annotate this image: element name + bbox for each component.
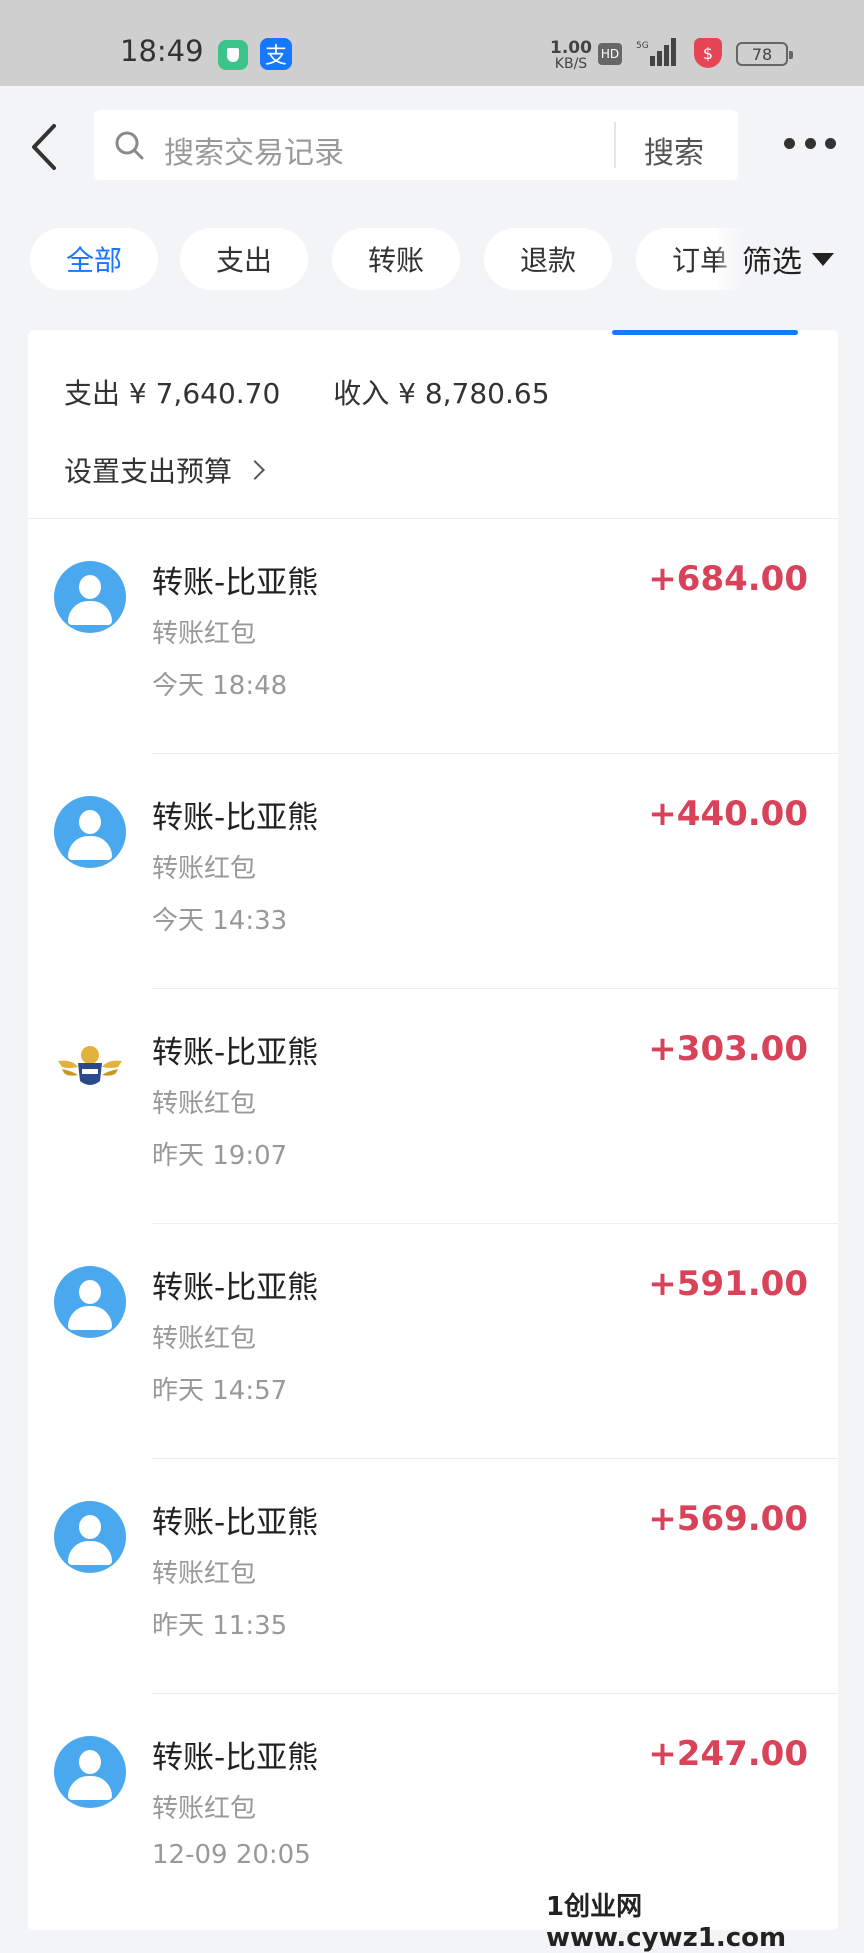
transaction-card: 支出 ¥ 7,640.70 收入 ¥ 8,780.65 设置支出预算 转账-比亚…: [28, 330, 838, 1930]
transaction-amount: +684.00: [648, 559, 808, 599]
set-budget-label: 设置支出预算: [64, 455, 233, 488]
month-picker-edge: [612, 330, 798, 335]
transaction-amount: +591.00: [648, 1264, 808, 1304]
transaction-row[interactable]: 转账-比亚熊 转账红包 昨天 14:57 +591.00: [28, 1224, 838, 1459]
shield-dollar-icon: $: [694, 38, 722, 68]
screen-filter-button[interactable]: 筛选: [718, 228, 864, 290]
network-speed: 1.00 KB/S: [550, 38, 592, 72]
transaction-title: 转账-比亚熊: [152, 1740, 319, 1776]
search-icon: [115, 131, 144, 160]
battery-icon: 78: [736, 42, 793, 66]
screen-filter-label: 筛选: [742, 245, 802, 280]
default-avatar-icon: [54, 561, 126, 633]
transaction-title: 转账-比亚熊: [152, 1035, 319, 1071]
status-bar: 18:49 支 1.00 KB/S HD 5G $ 78: [0, 0, 864, 86]
battery-level: 78: [751, 44, 773, 64]
transaction-subtitle: 转账红包: [152, 1089, 257, 1119]
network-speed-unit: KB/S: [554, 56, 588, 72]
search-divider: [614, 122, 616, 168]
status-time: 18:49: [120, 34, 204, 68]
transaction-title: 转账-比亚熊: [152, 565, 319, 601]
transaction-subtitle: 转账红包: [152, 1559, 257, 1589]
transaction-time: 今天 18:48: [152, 671, 288, 701]
back-arrow-icon[interactable]: [28, 122, 58, 172]
default-avatar-icon: [54, 796, 126, 868]
default-avatar-icon: [54, 1736, 126, 1808]
hd-icon: HD: [598, 43, 622, 65]
more-options-icon[interactable]: [784, 138, 836, 152]
transaction-amount: +440.00: [648, 794, 808, 834]
filter-chip-expense[interactable]: 支出: [180, 228, 308, 290]
transaction-amount: +303.00: [648, 1029, 808, 1069]
transaction-subtitle: 转账红包: [152, 619, 257, 649]
transaction-time: 昨天 11:35: [152, 1611, 288, 1641]
transaction-subtitle: 转账红包: [152, 1324, 257, 1354]
filter-bar: 全部 支出 转账 退款 订单 筛选: [0, 228, 864, 294]
transaction-amount: +569.00: [648, 1499, 808, 1539]
transaction-title: 转账-比亚熊: [152, 1270, 319, 1306]
transaction-amount: +247.00: [648, 1734, 808, 1774]
search-bar[interactable]: 搜索交易记录 搜索: [94, 110, 738, 180]
transaction-time: 今天 14:33: [152, 906, 288, 936]
caret-down-icon: [812, 252, 834, 266]
search-input[interactable]: 搜索交易记录: [164, 128, 344, 172]
transaction-title: 转账-比亚熊: [152, 800, 319, 836]
network-speed-value: 1.00: [550, 38, 592, 58]
income-total: 收入 ¥ 8,780.65: [333, 377, 550, 410]
default-avatar-icon: [54, 1501, 126, 1573]
filter-chip-transfer[interactable]: 转账: [332, 228, 460, 290]
transaction-time: 昨天 14:57: [152, 1376, 288, 1406]
monthly-summary: 支出 ¥ 7,640.70 收入 ¥ 8,780.65: [64, 372, 594, 412]
transaction-row[interactable]: 转账-比亚熊 转账红包 今天 18:48 +684.00: [28, 519, 838, 754]
chevron-right-icon: [245, 460, 265, 480]
winged-badge-logo-icon: [58, 1046, 122, 1085]
set-budget-link[interactable]: 设置支出预算: [64, 450, 265, 490]
security-app-icon: [218, 40, 248, 70]
transaction-time: 12-09 20:05: [152, 1840, 311, 1870]
search-button[interactable]: 搜索: [644, 128, 704, 172]
transaction-row[interactable]: 转账-比亚熊 转账红包 昨天 19:07 +303.00: [28, 989, 838, 1224]
transaction-row[interactable]: 转账-比亚熊 转账红包 昨天 11:35 +569.00: [28, 1459, 838, 1694]
transaction-subtitle: 转账红包: [152, 854, 257, 884]
default-avatar-icon: [54, 1266, 126, 1338]
transaction-time: 昨天 19:07: [152, 1141, 288, 1171]
signal-5g-icon: 5G: [636, 38, 676, 66]
alipay-notification-icon: 支: [260, 38, 292, 70]
transaction-row[interactable]: 转账-比亚熊 转账红包 今天 14:33 +440.00: [28, 754, 838, 989]
transaction-subtitle: 转账红包: [152, 1794, 257, 1824]
transaction-title: 转账-比亚熊: [152, 1505, 319, 1541]
network-type: 5G: [636, 41, 649, 51]
expense-total: 支出 ¥ 7,640.70: [64, 377, 281, 410]
filter-chip-refund[interactable]: 退款: [484, 228, 612, 290]
filter-chip-all[interactable]: 全部: [30, 228, 158, 290]
